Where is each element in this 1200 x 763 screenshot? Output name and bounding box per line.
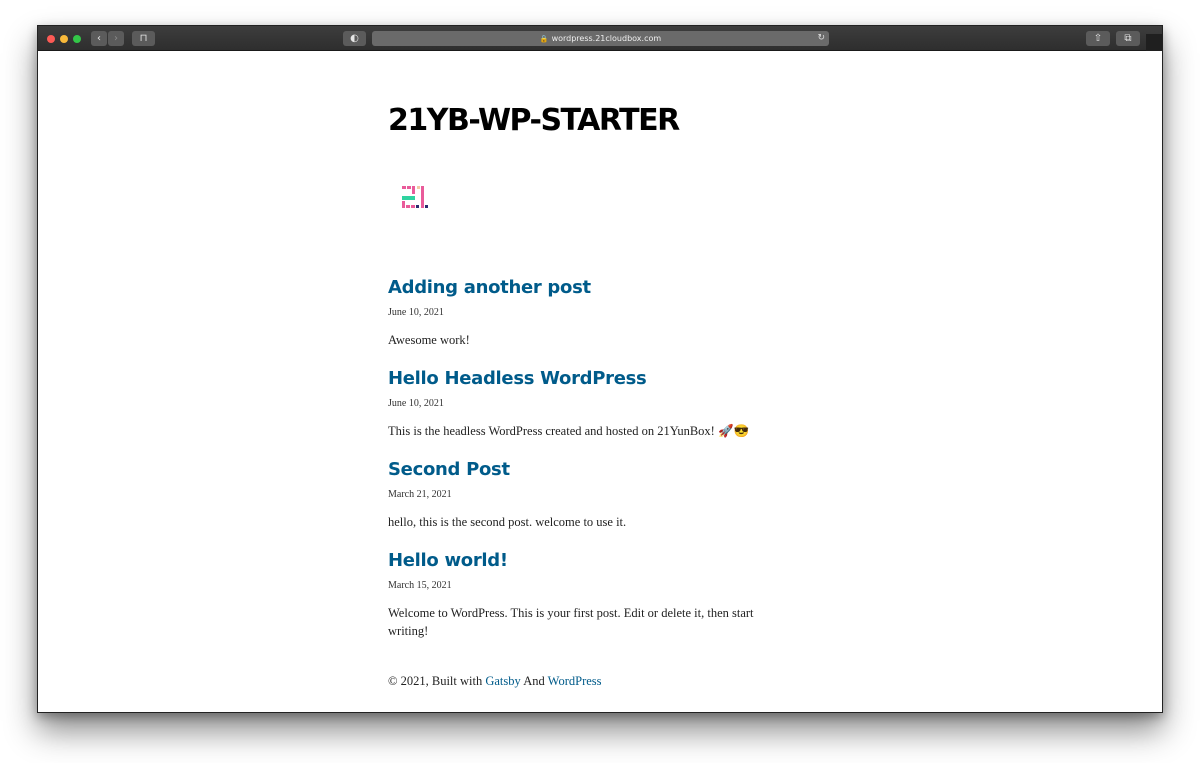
sidebar-button[interactable]: ⊓ <box>132 31 155 46</box>
post-title-link[interactable]: Hello Headless WordPress <box>388 368 808 390</box>
footer-prefix: © 2021, Built with <box>388 674 486 688</box>
shield-icon: ◐ <box>350 33 359 44</box>
post-excerpt: Welcome to WordPress. This is your first… <box>388 606 754 638</box>
privacy-report-button[interactable]: ◐ <box>343 31 366 46</box>
post-date: March 15, 2021 <box>388 580 452 591</box>
show-tabs-button[interactable]: ⧉ <box>1116 31 1140 46</box>
post-item: Second Post March 21, 2021 hello, this i… <box>388 459 808 531</box>
post-item: Adding another post June 10, 2021 Awesom… <box>388 277 808 349</box>
post-excerpt: Awesome work! <box>388 333 470 347</box>
browser-window: ‹ › ⊓ ◐ 🔒 wordpress.21cloudbox.com ↻ ⇧ ⧉ … <box>37 25 1163 713</box>
gatsby-link[interactable]: Gatsby <box>485 674 520 688</box>
back-button[interactable]: ‹ <box>91 31 107 46</box>
post-title-link[interactable]: Adding another post <box>388 277 808 299</box>
post-title-link[interactable]: Second Post <box>388 459 808 481</box>
toolbar-corner <box>1146 34 1162 51</box>
share-button[interactable]: ⇧ <box>1086 31 1110 46</box>
footer-middle: And <box>520 674 548 688</box>
address-bar[interactable]: 🔒 wordpress.21cloudbox.com ↻ <box>372 31 829 46</box>
browser-toolbar: ‹ › ⊓ ◐ 🔒 wordpress.21cloudbox.com ↻ ⇧ ⧉ <box>38 26 1162 51</box>
post-excerpt: hello, this is the second post. welcome … <box>388 515 627 529</box>
post-date: March 21, 2021 <box>388 489 452 500</box>
post-item: Hello world! March 15, 2021 Welcome to W… <box>388 550 808 640</box>
post-date: June 10, 2021 <box>388 398 444 409</box>
post-title-link[interactable]: Hello world! <box>388 550 808 572</box>
wordpress-link[interactable]: WordPress <box>548 674 602 688</box>
chevron-left-icon: ‹ <box>97 33 101 44</box>
reload-icon[interactable]: ↻ <box>817 31 825 46</box>
zoom-window-button[interactable] <box>73 35 81 43</box>
site-footer: © 2021, Built with Gatsby And WordPress <box>388 674 602 689</box>
forward-button[interactable]: › <box>108 31 124 46</box>
sidebar-icon: ⊓ <box>139 33 148 44</box>
post-excerpt: This is the headless WordPress created a… <box>388 424 750 438</box>
tabs-icon: ⧉ <box>1124 33 1132 44</box>
url-text: wordpress.21cloudbox.com <box>551 34 662 43</box>
site-logo <box>402 186 432 210</box>
chevron-right-icon: › <box>114 33 118 44</box>
lock-icon: 🔒 <box>539 35 549 43</box>
post-item: Hello Headless WordPress June 10, 2021 T… <box>388 368 808 440</box>
share-icon: ⇧ <box>1093 33 1103 44</box>
site-title[interactable]: 21YB-WP-STARTER <box>388 103 680 139</box>
close-window-button[interactable] <box>47 35 55 43</box>
minimize-window-button[interactable] <box>60 35 68 43</box>
post-date: June 10, 2021 <box>388 307 444 318</box>
